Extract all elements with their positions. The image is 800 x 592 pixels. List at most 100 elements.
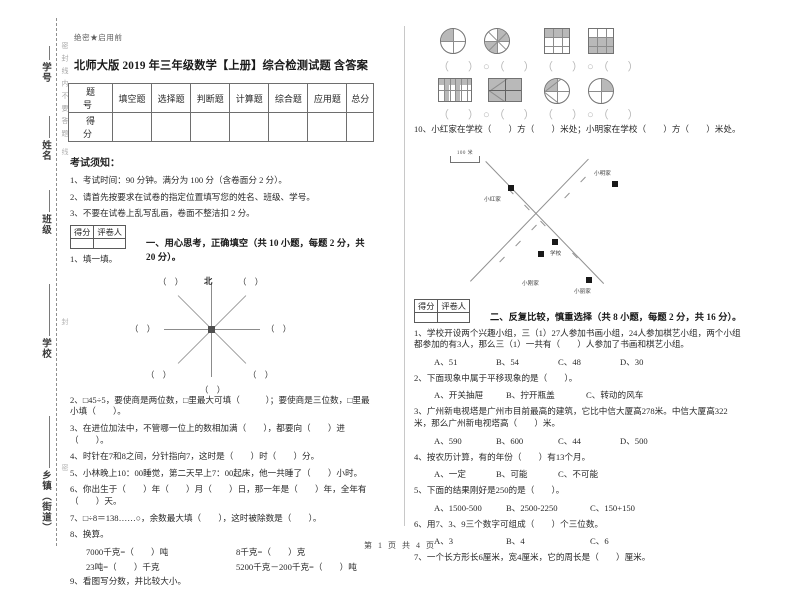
choice-question-4: 4、按农历计算，有的年份（ ）有13个月。	[414, 452, 742, 464]
fill-question-3: 3、在进位加法中，不管哪一位上的数相加满（ ），都要向（ ）进（ ）。	[70, 423, 374, 446]
fraction-rect-strips	[438, 78, 472, 102]
score-col-judge: 判断题	[190, 83, 231, 113]
option-a[interactable]: A、590	[434, 435, 496, 447]
choice-options-5: A、1500-500 B、2500-2250 C、150+150	[434, 502, 742, 514]
option-a[interactable]: A、1500-500	[434, 502, 506, 514]
map-tick	[531, 224, 537, 230]
map-point-school[interactable]	[552, 238, 558, 245]
score-cell[interactable]	[307, 112, 348, 142]
option-c[interactable]: C、不可能	[558, 468, 598, 480]
option-c[interactable]: C、150+150	[590, 502, 635, 514]
q-number: 1、	[414, 327, 427, 338]
choice-options-3: A、590 B、600 C、44 D、500	[434, 435, 742, 447]
seal-field-township: 乡镇（街道）	[40, 470, 50, 533]
q-text: 换算。	[82, 529, 109, 540]
score-input-cell[interactable]	[69, 238, 95, 250]
q-text: 小红家在学校（ ）方（ ）米处；小明家在学校（ ）方（ ）米处。	[431, 124, 741, 134]
fill-question-4: 4、时针在7和8之间，分针指向7，这时是（ ）时（ ）分。	[70, 451, 374, 463]
fraction-compare-1[interactable]: （ ）○（ ）	[438, 58, 539, 74]
q-number: 1、	[70, 254, 83, 265]
table-row: 得分 评卷人	[69, 225, 126, 240]
option-d[interactable]: D、500	[620, 435, 648, 447]
choice-question-1: 1、学校开设两个兴趣小组，三（1）27人参加书画小组，24人参加棋艺小组，两个小…	[414, 328, 742, 351]
fraction-circle-eighths	[484, 28, 510, 54]
score-label: 得分	[69, 225, 95, 240]
option-b[interactable]: B、可能	[496, 468, 558, 480]
option-c[interactable]: C、转动的风车	[586, 389, 643, 401]
q-number: 4、	[414, 451, 427, 462]
map-point-xiaohong[interactable]	[508, 184, 514, 191]
q-number: 4、	[70, 451, 83, 462]
notice-title: 考试须知：	[70, 158, 120, 169]
map-point-xiaoming[interactable]	[612, 180, 618, 187]
option-b[interactable]: B、2500-2250	[506, 502, 590, 514]
score-cell[interactable]	[346, 112, 374, 142]
choice-options-4: A、一定 B、可能 C、不可能	[434, 468, 742, 480]
map-point-xiaogang[interactable]	[538, 250, 544, 257]
compass-center	[208, 325, 215, 333]
score-col-fill: 填空题	[111, 83, 153, 113]
map-label-xiaoli: 小丽家	[574, 288, 591, 295]
score-cell[interactable]	[268, 112, 309, 142]
q-text: 小林晚上10：00睡觉，第二天早上7：00起床，他一共睡了（ ）小时。	[82, 467, 363, 478]
score-cell[interactable]	[229, 112, 270, 142]
q-number: 6、	[70, 484, 83, 495]
fraction-compare-4[interactable]: （ ）○（ ）	[542, 106, 643, 122]
fraction-circle-quad	[544, 78, 570, 104]
grader-input-cell-2[interactable]	[437, 311, 470, 323]
table-row	[413, 311, 470, 323]
seal-field-name: 姓名	[40, 140, 50, 161]
map-point-xiaoli[interactable]	[586, 276, 592, 283]
map-scale-label: 100 米	[456, 150, 474, 156]
q-number: 7、	[414, 552, 427, 563]
seal-dashed-line	[56, 18, 57, 546]
q-text: 填一填。	[82, 254, 118, 265]
fill-question-2: 2、□45÷5，要使商是两位数，□里最大可填（ ）；要使商是三位数，□里最小填（…	[70, 395, 374, 418]
map-tick	[564, 192, 570, 198]
fraction-compare-3[interactable]: （ ）○（ ）	[438, 106, 539, 122]
seal-tick	[49, 116, 50, 138]
score-cell[interactable]	[151, 112, 192, 142]
map-tick	[515, 240, 521, 246]
option-a[interactable]: A、一定	[434, 468, 496, 480]
column-divider	[404, 26, 405, 526]
fraction-figures: （ ）○（ ） （ ）○（ ） （ ）○（ ） （ ）○（ ）	[426, 24, 742, 122]
compass-label-east: （ ）	[266, 324, 292, 334]
fraction-compare-2[interactable]: （ ）○（ ）	[542, 58, 643, 74]
grader-input-cell[interactable]	[93, 238, 126, 250]
q-number: 7、	[70, 512, 83, 523]
q-text: 按农历计算，有的年份（ ）有13个月。	[426, 451, 591, 462]
left-column: 绝密★启用前 北师大版 2019 年三年级数学【上册】综合检测试题 含答案 题 …	[68, 18, 374, 592]
seal-field-school: 学校	[40, 338, 50, 359]
q-number: 3、	[70, 422, 83, 433]
q-number: 5、	[70, 467, 83, 478]
map-tick	[499, 256, 505, 262]
notice-item-2: 2、请首先按要求在试卷的指定位置填写您的姓名、班级、学号。	[70, 191, 315, 202]
option-c[interactable]: C、44	[558, 435, 620, 447]
option-a[interactable]: A、开关抽屉	[434, 389, 506, 401]
map-label-school: 学校	[550, 250, 562, 257]
option-c[interactable]: C、48	[558, 356, 620, 368]
option-b[interactable]: B、600	[496, 435, 558, 447]
map-figure: 100 米 小红家 小明家 学校 小刚家 小丽家	[412, 141, 742, 295]
score-cell[interactable]	[190, 112, 231, 142]
section-one-title: 一、用心思考，正确填空（共 10 小题，每题 2 分，共 20 分）。	[146, 238, 365, 263]
fill-question-8: 8、换算。	[70, 529, 374, 541]
score-input-cell-2[interactable]	[413, 311, 439, 323]
conversion-left-2: 23吨=（ ）千克	[86, 561, 160, 572]
option-a[interactable]: A、51	[434, 356, 496, 368]
option-d[interactable]: D、30	[620, 356, 643, 368]
conversion-row-2: 23吨=（ ）千克 5200千克－200千克=（ ）吨	[86, 561, 374, 573]
fraction-circle-half	[588, 78, 614, 104]
option-b[interactable]: B、54	[496, 356, 558, 368]
score-row-label-2: 得 分	[68, 112, 113, 142]
score-grader-box: 得分 评卷人	[69, 225, 126, 250]
section-one-band: 得分 评卷人 一、用心思考，正确填空（共 10 小题，每题 2 分，共 20 分…	[68, 225, 374, 262]
score-cell[interactable]	[111, 112, 153, 142]
score-row-label: 题 号	[68, 83, 113, 113]
notice-item-1: 1、考试时间：90 分钟。满分为 100 分（含卷面分 2 分）。	[70, 175, 287, 185]
score-col-apply: 应用题	[307, 83, 348, 113]
option-b[interactable]: B、拧开瓶盖	[506, 389, 586, 401]
seal-sidebar: 密封线内不要答题 学号 姓名 班级 学校 乡镇（街道） 线 封 密	[16, 18, 69, 548]
fill-question-7: 7、□÷8＝138……○，余数最大填（ ），这时被除数是（ ）。	[70, 513, 374, 525]
